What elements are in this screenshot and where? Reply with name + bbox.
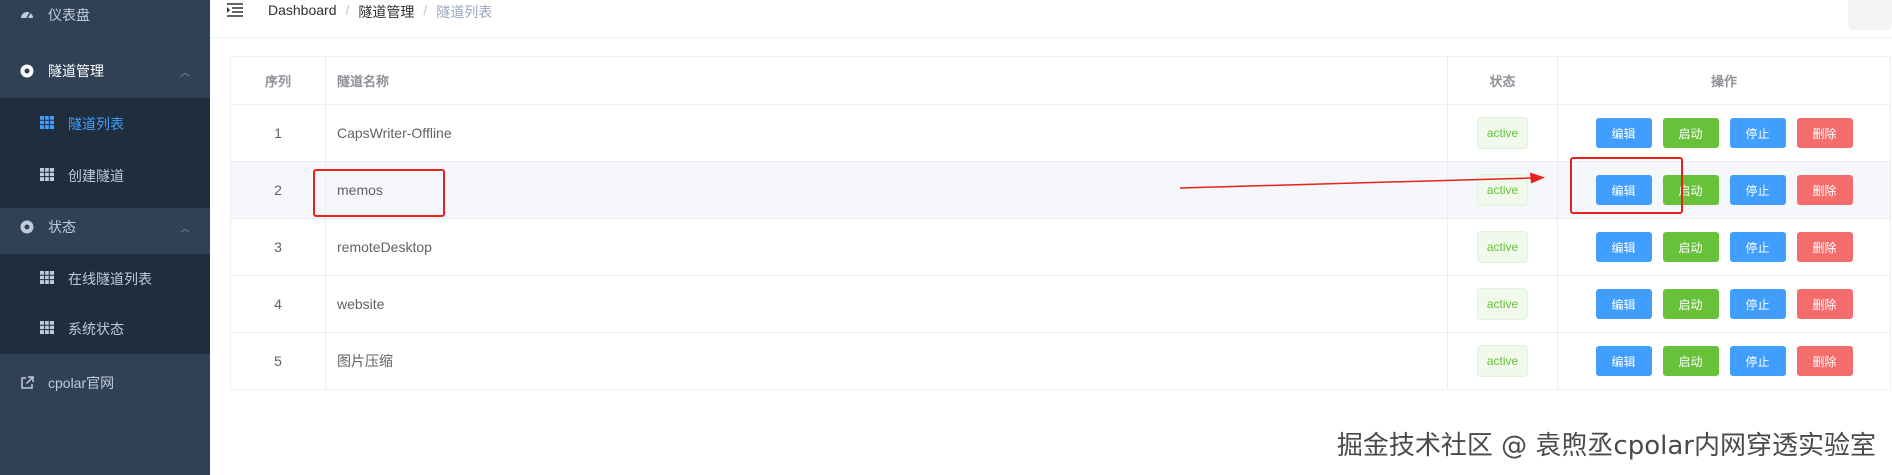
annotation-arrow [1179,172,1545,189]
watermark-text: 掘金技术社区 @ 袁煦丞cpolar内网穿透实验室 [1336,431,1876,461]
